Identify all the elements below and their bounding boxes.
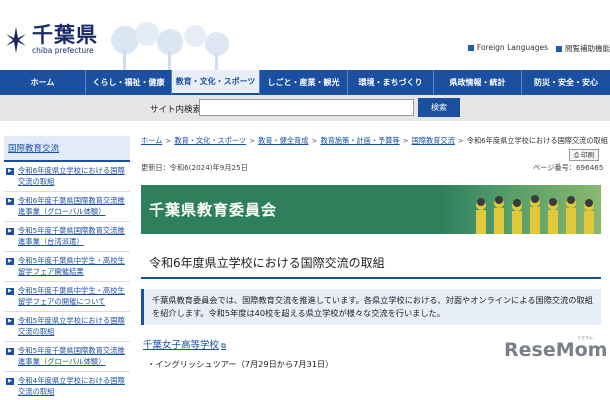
search-label: サイト内検索 xyxy=(150,105,202,115)
sidebar-item[interactable]: ▶ 令和4年度県立学校における国際交流の取組 xyxy=(4,372,130,400)
accessibility-link[interactable]: 閲覧補助機能 xyxy=(556,43,610,54)
banner-students-photo xyxy=(441,185,601,234)
site-search-bar: サイト内検索 検索 xyxy=(0,95,610,121)
sidebar-item[interactable]: ▶ 令和6年度県立学校における国際交流の取組 xyxy=(4,162,130,192)
page-number: ページ番号：696465 xyxy=(533,163,604,172)
school-link[interactable]: 千葉女子高等学校 ⧉ xyxy=(143,337,226,351)
arrow-icon: ▶ xyxy=(6,378,14,385)
updated-date: 更新日：令和6(2024)年9月25日 xyxy=(141,163,248,172)
site-header: 千葉県 chiba prefecture Foreign Languages 閲… xyxy=(0,0,610,70)
header-utility-links: Foreign Languages 閲覧補助機能 xyxy=(467,43,610,54)
sidebar-item[interactable]: ▶ 令和5年度千葉県中学生・高校生留学フェア開催結果 xyxy=(4,252,130,282)
sidebar-item[interactable]: ▶ 令和5年度千葉県国際教育交流推進事業（グローバル体験） xyxy=(4,342,130,372)
arrow-icon: ▶ xyxy=(6,288,14,295)
sidebar-heading[interactable]: 国際教育交流 xyxy=(4,136,130,162)
nav-disaster-safety[interactable]: 防災・安全・安心 xyxy=(522,70,610,95)
breadcrumb-separator: > xyxy=(457,136,464,145)
sidebar-item[interactable]: ▶ 令和5年度千葉県国際教育交流推進事業（台湾派遣） xyxy=(4,222,130,252)
nav-home[interactable]: ホーム xyxy=(0,70,86,95)
external-link-icon: ⧉ xyxy=(221,342,227,350)
page-title: 令和6年度県立学校における国際交流の取組 xyxy=(141,250,601,279)
breadcrumb-home[interactable]: ホーム xyxy=(141,136,162,145)
print-icon: ⎙ xyxy=(573,151,580,159)
breadcrumb-education-development[interactable]: 教育・健全育成 xyxy=(258,136,308,145)
banner-title: 千葉県教育委員会 xyxy=(149,201,278,219)
breadcrumb-current: 令和6年度県立学校における国際交流の取組 xyxy=(466,136,608,145)
prefecture-emblem-icon xyxy=(4,25,28,55)
resemom-watermark-kana: リセマム xyxy=(577,335,593,340)
sidebar-item[interactable]: ▶ 令和5年度千葉県中学生・高校生留学フェアの開催について xyxy=(4,282,130,312)
arrow-icon: ▶ xyxy=(6,258,14,265)
board-of-education-banner: 千葉県教育委員会 xyxy=(141,185,601,234)
breadcrumb-international-exchange[interactable]: 国際教育交流 xyxy=(412,136,455,145)
event-list-item: ・イングリッシュツアー（7月29日から7月31日） xyxy=(147,359,334,369)
breadcrumb-separator: > xyxy=(402,136,409,145)
breadcrumb: ホーム > 教育・文化・スポーツ > 教育・健全育成 > 教育施策・計画・予算等 > 国際教育交… xyxy=(141,136,608,146)
arrow-icon: ▶ xyxy=(6,168,14,175)
foreign-languages-icon xyxy=(467,45,474,51)
logo-title: 千葉県 xyxy=(32,23,98,47)
search-input[interactable] xyxy=(199,99,414,116)
breadcrumb-separator: > xyxy=(311,136,318,145)
print-button[interactable]: ⎙ 印刷 xyxy=(569,149,599,161)
nav-prefectural-info-statistics[interactable]: 県政情報・統計 xyxy=(434,70,522,95)
global-nav: ホーム くらし・福祉・健康 教育・文化・スポーツ しごと・産業・観光 環境・まち… xyxy=(0,70,610,95)
breadcrumb-education-culture-sports[interactable]: 教育・文化・スポーツ xyxy=(174,136,246,145)
nav-work-industry-tourism[interactable]: しごと・産業・観光 xyxy=(260,70,348,95)
nav-education-culture-sports[interactable]: 教育・文化・スポーツ xyxy=(172,70,260,95)
arrow-icon: ▶ xyxy=(6,198,14,205)
nav-environment-town[interactable]: 環境・まちづくり xyxy=(348,70,434,95)
sidebar: 国際教育交流 ▶ 令和6年度県立学校における国際交流の取組 ▶ 令和6年度千葉県国際… xyxy=(4,136,130,400)
breadcrumb-separator: > xyxy=(249,136,256,145)
header-tree-illustration xyxy=(111,22,229,70)
logo-subtitle: chiba prefecture xyxy=(32,46,94,55)
breadcrumb-separator: > xyxy=(165,136,172,145)
sidebar-item[interactable]: ▶ 令和6年度千葉県国際教育交流推進事業（グローバル体験） xyxy=(4,192,130,222)
arrow-icon: ▶ xyxy=(6,348,14,355)
arrow-icon: ▶ xyxy=(6,318,14,325)
nav-living-welfare-health[interactable]: くらし・福祉・健康 xyxy=(86,70,172,95)
resemom-watermark: ReseMom xyxy=(504,339,608,361)
site-logo[interactable]: 千葉県 chiba prefecture xyxy=(4,24,98,55)
search-button[interactable]: 検索 xyxy=(418,98,460,117)
accessibility-icon xyxy=(556,46,562,52)
sidebar-item[interactable]: ▶ 令和5年度県立学校における国際交流の取組 xyxy=(4,312,130,342)
intro-text: 千葉県教育委員会では、国際教育交流を推進しています。各県立学校における、対面やオ… xyxy=(141,289,601,325)
arrow-icon: ▶ xyxy=(6,228,14,235)
breadcrumb-education-policy[interactable]: 教育施策・計画・予算等 xyxy=(321,136,400,145)
foreign-languages-link[interactable]: Foreign Languages xyxy=(467,43,548,54)
